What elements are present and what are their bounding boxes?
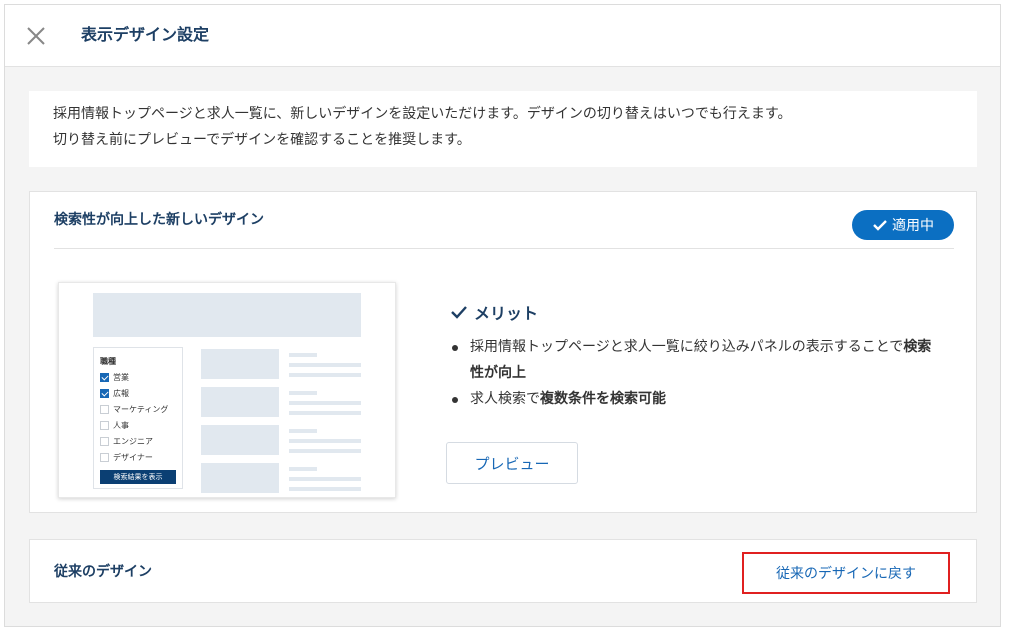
check-icon xyxy=(873,220,887,231)
close-button[interactable] xyxy=(23,23,49,49)
new-design-card: 検索性が向上した新しいデザイン 適用中 職種 営業 広報 マーケティング 人事 … xyxy=(29,191,977,513)
thumbnail-option-label: エンジニア xyxy=(113,437,153,446)
thumbnail-option: 広報 xyxy=(100,388,129,399)
dialog-header: 表示デザイン設定 xyxy=(5,5,1000,67)
old-design-card: 従来のデザイン 従来のデザインに戻す xyxy=(29,539,977,603)
thumbnail-option: 人事 xyxy=(100,420,129,431)
thumbnail-block xyxy=(201,387,279,417)
intro-line-2: 切り替え前にプレビューでデザインを確認することを推奨します。 xyxy=(53,132,471,148)
close-icon xyxy=(27,27,45,45)
preview-button[interactable]: プレビュー xyxy=(446,442,578,484)
merit-item: 採用情報トップページと求人一覧に絞り込みパネルの表示することで検索性が向上 xyxy=(448,334,938,386)
thumbnail-option-label: 広報 xyxy=(113,389,129,398)
checkbox-empty-icon xyxy=(100,453,109,462)
old-design-title: 従来のデザイン xyxy=(54,564,152,580)
thumbnail-line xyxy=(289,401,361,405)
thumbnail-line xyxy=(289,363,361,367)
thumbnail-line xyxy=(289,411,361,415)
intro-text: 採用情報トップページと求人一覧に、新しいデザインを設定いただけます。デザインの切… xyxy=(29,91,977,167)
thumbnail-line xyxy=(289,439,361,443)
thumbnail-line xyxy=(289,391,317,395)
merit-heading-label: メリット xyxy=(474,304,539,323)
merit-heading: メリット xyxy=(450,300,538,324)
merit-list: 採用情報トップページと求人一覧に絞り込みパネルの表示することで検索性が向上 求人… xyxy=(448,334,938,412)
thumbnail-block xyxy=(201,425,279,455)
merit-item: 求人検索で複数条件を検索可能 xyxy=(448,386,938,412)
intro-line-1: 採用情報トップページと求人一覧に、新しいデザインを設定いただけます。デザインの切… xyxy=(53,106,792,122)
thumbnail-line xyxy=(289,477,361,481)
card-divider xyxy=(54,248,954,249)
thumbnail-line xyxy=(289,373,361,377)
checkbox-checked-icon xyxy=(100,373,109,382)
active-badge-label: 適用中 xyxy=(892,218,934,234)
design-thumbnail: 職種 営業 広報 マーケティング 人事 エンジニア デザイナー 検索結果を表示 xyxy=(58,282,396,498)
active-badge: 適用中 xyxy=(852,210,954,240)
checkbox-empty-icon xyxy=(100,421,109,430)
thumbnail-line xyxy=(289,467,317,471)
thumbnail-option-label: デザイナー xyxy=(113,453,153,462)
thumbnail-option: エンジニア xyxy=(100,436,153,447)
thumbnail-line xyxy=(289,449,361,453)
checkbox-empty-icon xyxy=(100,405,109,414)
thumbnail-line xyxy=(289,487,361,491)
thumbnail-option: 営業 xyxy=(100,372,129,383)
check-icon xyxy=(451,306,467,319)
thumbnail-block xyxy=(201,349,279,379)
thumbnail-block xyxy=(201,463,279,493)
thumbnail-option: マーケティング xyxy=(100,404,168,415)
thumbnail-option: デザイナー xyxy=(100,452,153,463)
thumbnail-option-label: 営業 xyxy=(113,373,129,382)
thumbnail-line xyxy=(289,429,317,433)
thumbnail-line xyxy=(289,353,317,357)
page-title: 表示デザイン設定 xyxy=(81,25,210,44)
thumbnail-filter-panel: 職種 営業 広報 マーケティング 人事 エンジニア デザイナー 検索結果を表示 xyxy=(93,347,183,489)
thumbnail-option-label: 人事 xyxy=(113,421,129,430)
thumbnail-option-label: マーケティング xyxy=(113,405,169,414)
new-design-title: 検索性が向上した新しいデザイン xyxy=(54,212,264,228)
checkbox-empty-icon xyxy=(100,437,109,446)
thumbnail-panel-title: 職種 xyxy=(100,357,116,366)
revert-to-old-design-button[interactable]: 従来のデザインに戻す xyxy=(742,552,950,594)
thumbnail-banner xyxy=(93,293,361,337)
thumbnail-search-button: 検索結果を表示 xyxy=(100,470,176,484)
checkbox-checked-icon xyxy=(100,389,109,398)
design-settings-dialog: 表示デザイン設定 採用情報トップページと求人一覧に、新しいデザインを設定いただけ… xyxy=(4,4,1001,627)
